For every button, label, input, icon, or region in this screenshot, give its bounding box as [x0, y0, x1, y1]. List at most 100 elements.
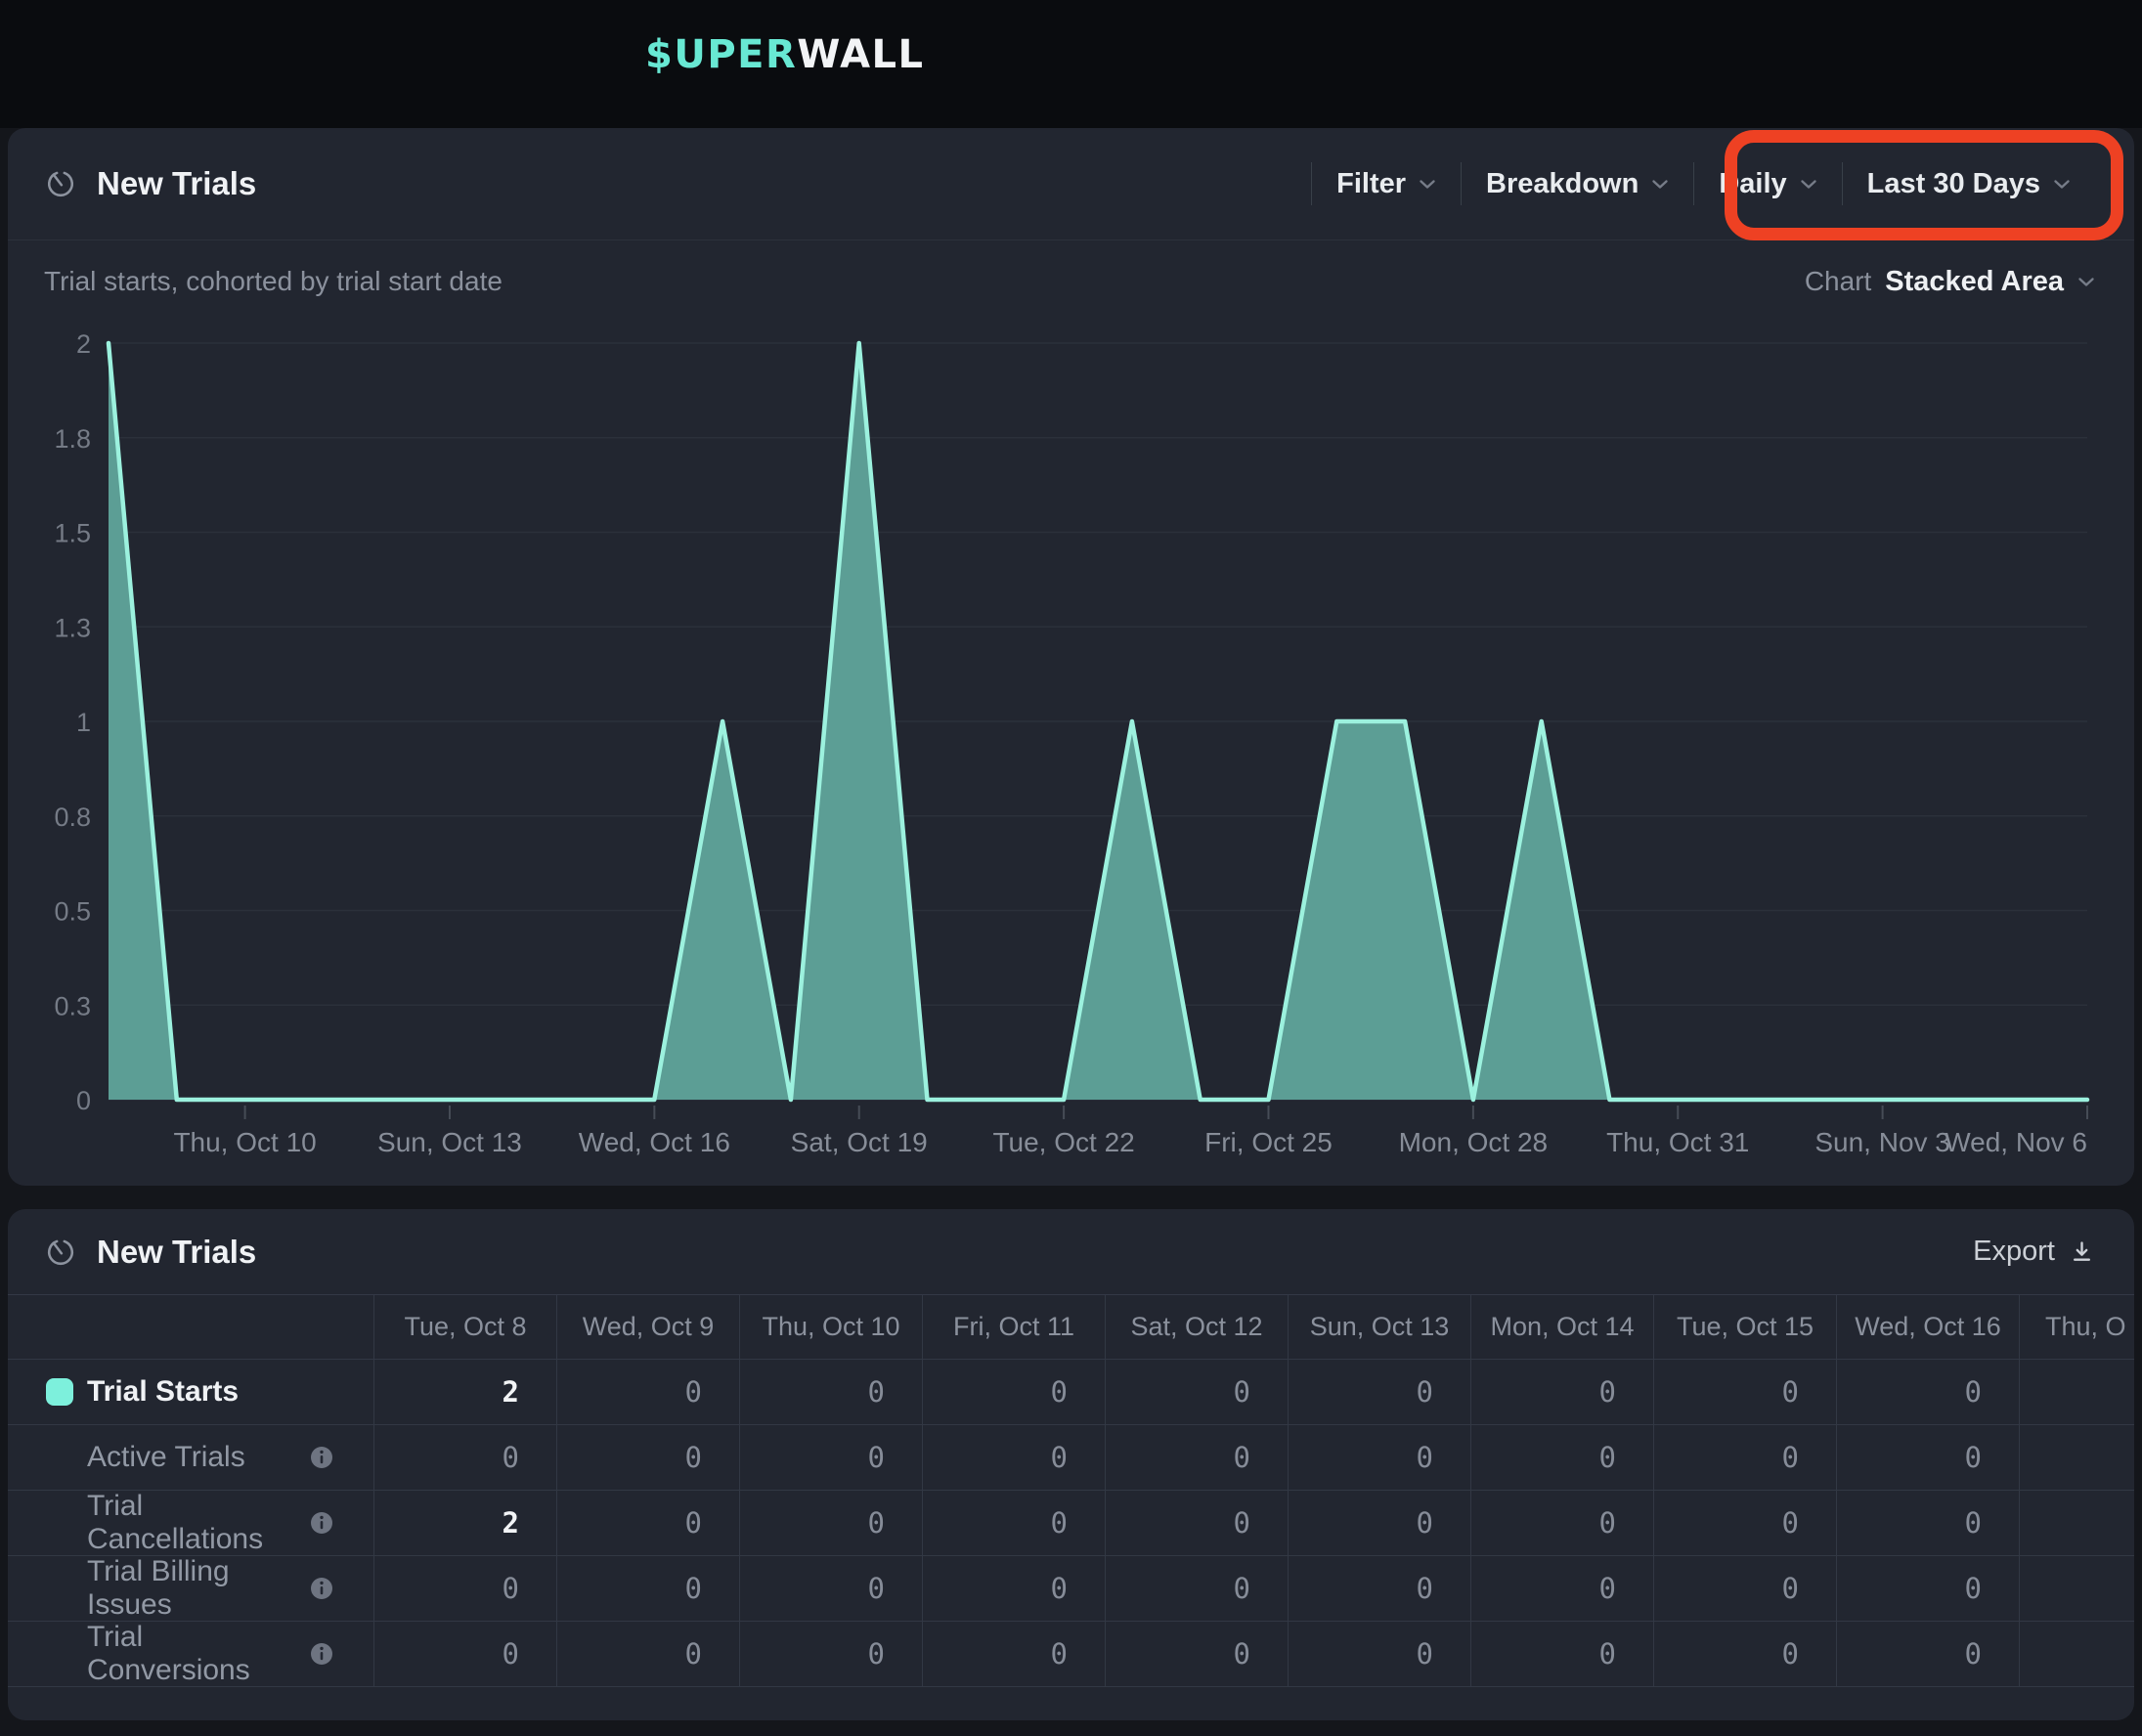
table-cell: 0	[1654, 1556, 1837, 1622]
y-axis-tick-label: 1.5	[54, 519, 91, 548]
table-cell: 0	[1289, 1360, 1471, 1425]
table-cell: 2	[374, 1491, 557, 1556]
control-filter[interactable]: Filter	[1312, 168, 1461, 200]
x-axis-tick-label: Wed, Nov 6	[1945, 1127, 2087, 1157]
column-header: Tue, Oct 15	[1654, 1295, 1837, 1360]
new-trials-chart-card: New Trials Filter Breakdown Daily Last 30 D…	[8, 128, 2134, 1186]
table-cell: 0	[374, 1425, 557, 1491]
table-cell: 0	[1654, 1622, 1837, 1687]
row-label: Trial Billing Issues	[87, 1555, 309, 1622]
column-header: Wed, Oct 9	[557, 1295, 740, 1360]
column-header: Fri, Oct 11	[923, 1295, 1106, 1360]
stopwatch-icon	[44, 1236, 77, 1269]
logo-teal-part: $UPER	[645, 32, 797, 77]
chart-subtitle-row: Trial starts, cohorted by trial start da…	[8, 240, 2134, 323]
table-cell: 0	[1654, 1360, 1837, 1425]
row-label: Trial Cancellations	[87, 1490, 309, 1556]
column-header: Sun, Oct 13	[1289, 1295, 1471, 1360]
table-row: Trial Billing Issues000000000	[8, 1556, 2134, 1622]
column-header: Thu, Oct 10	[740, 1295, 923, 1360]
table-cell	[2020, 1425, 2134, 1491]
y-axis-tick-label: 1.8	[54, 424, 91, 454]
control-label: Filter	[1336, 168, 1406, 200]
y-axis-tick-label: 0	[76, 1086, 91, 1115]
info-icon[interactable]	[309, 1510, 334, 1536]
chart-type-dropdown[interactable]: Chart Stacked Area	[1805, 266, 2095, 298]
table-cell: 0	[1654, 1491, 1837, 1556]
x-axis-tick-label: Thu, Oct 10	[173, 1127, 316, 1157]
table-cell: 0	[374, 1622, 557, 1687]
control-label: Breakdown	[1486, 168, 1639, 200]
table-cell	[2020, 1622, 2134, 1687]
table-row: Trial Cancellations200000000	[8, 1491, 2134, 1556]
logo-white-part: WALL	[797, 32, 924, 77]
x-axis-tick-label: Tue, Oct 22	[992, 1127, 1134, 1157]
info-icon[interactable]	[309, 1641, 334, 1667]
y-axis-tick-label: 1.3	[54, 613, 91, 642]
y-axis-tick-label: 1	[76, 708, 91, 737]
table-cell: 0	[923, 1491, 1106, 1556]
table-cell: 0	[557, 1360, 740, 1425]
table-row: Active Trials000000000	[8, 1425, 2134, 1491]
table-cell: 0	[1837, 1425, 2020, 1491]
table-cell: 0	[1837, 1491, 2020, 1556]
chart-controls: Filter Breakdown Daily Last 30 Days	[1311, 128, 2095, 239]
table-cell: 0	[1106, 1425, 1289, 1491]
column-header: Mon, Oct 14	[1471, 1295, 1654, 1360]
table-cell: 0	[1106, 1360, 1289, 1425]
table-cell	[2020, 1360, 2134, 1425]
y-axis-tick-label: 0.5	[54, 897, 91, 927]
table-cell: 0	[1106, 1491, 1289, 1556]
x-axis-tick-label: Fri, Oct 25	[1204, 1127, 1333, 1157]
control-label: Last 30 Days	[1867, 168, 2040, 200]
x-axis-tick-label: Sun, Oct 13	[377, 1127, 522, 1157]
chart-card-header: New Trials Filter Breakdown Daily Last 30 D…	[8, 128, 2134, 240]
table-header-row: Tue, Oct 8Wed, Oct 9Thu, Oct 10Fri, Oct …	[8, 1295, 2134, 1360]
x-axis-tick-label: Sat, Oct 19	[791, 1127, 928, 1157]
y-axis-tick-label: 2	[76, 329, 91, 359]
table-cell: 0	[1106, 1622, 1289, 1687]
column-header: Wed, Oct 16	[1837, 1295, 2020, 1360]
download-icon	[2069, 1238, 2095, 1265]
table-cell: 0	[1471, 1491, 1654, 1556]
table-cell: 0	[923, 1360, 1106, 1425]
table-cell: 0	[1837, 1556, 2020, 1622]
chart-type-label: Chart	[1805, 266, 1871, 297]
x-axis-tick-label: Wed, Oct 16	[579, 1127, 730, 1157]
column-header: Thu, O	[2020, 1295, 2134, 1360]
table-cell: 0	[1471, 1556, 1654, 1622]
table-cell: 0	[557, 1556, 740, 1622]
row-label-cell: Trial Cancellations	[8, 1491, 374, 1556]
table-cell: 0	[1837, 1622, 2020, 1687]
row-label-cell: Trial Starts	[8, 1360, 374, 1425]
series-swatch	[46, 1378, 73, 1406]
chevron-down-icon	[1800, 179, 1817, 190]
x-axis-tick-label: Thu, Oct 31	[1606, 1127, 1749, 1157]
table-row: Trial Conversions000000000	[8, 1622, 2134, 1687]
chart-type-value: Stacked Area	[1885, 266, 2064, 298]
control-last-30-days[interactable]: Last 30 Days	[1843, 168, 2095, 200]
chart-card-title: New Trials	[97, 165, 256, 202]
table-corner-cell	[8, 1295, 374, 1360]
control-daily[interactable]: Daily	[1694, 168, 1841, 200]
control-breakdown[interactable]: Breakdown	[1462, 168, 1693, 200]
table-cell: 2	[374, 1360, 557, 1425]
row-label-cell: Trial Billing Issues	[8, 1556, 374, 1622]
row-label-cell: Active Trials	[8, 1425, 374, 1491]
chevron-down-icon	[1651, 179, 1669, 190]
info-icon[interactable]	[309, 1576, 334, 1601]
table-cell: 0	[1471, 1622, 1654, 1687]
table-card-title: New Trials	[97, 1234, 256, 1271]
chevron-down-icon	[2077, 277, 2095, 287]
table-cell: 0	[557, 1622, 740, 1687]
stacked-area-chart: 21.81.51.310.80.50.30Thu, Oct 10Sun, Oct…	[32, 323, 2115, 1169]
export-button[interactable]: Export	[1973, 1236, 2095, 1268]
table-cell: 0	[740, 1491, 923, 1556]
table-cell: 0	[1471, 1360, 1654, 1425]
info-icon[interactable]	[309, 1445, 334, 1470]
table-cell: 0	[1289, 1425, 1471, 1491]
table-cell: 0	[1289, 1622, 1471, 1687]
table-cell: 0	[923, 1425, 1106, 1491]
row-label-cell: Trial Conversions	[8, 1622, 374, 1687]
row-label: Trial Conversions	[87, 1621, 309, 1687]
